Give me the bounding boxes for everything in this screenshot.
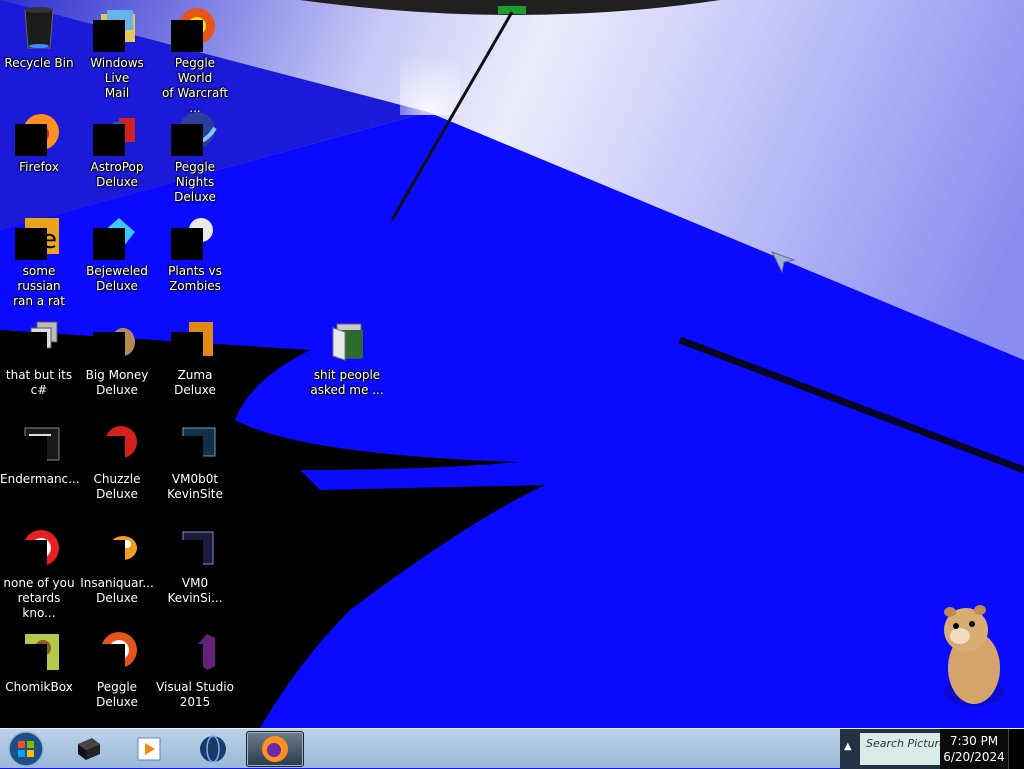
desktop-icon-vm0b0t-kevinsite[interactable]: VM0b0t KevinSite (156, 416, 234, 516)
plants-vs-zombies-icon (171, 212, 219, 260)
taskbar-pinned-media-player[interactable] (60, 731, 118, 767)
mail-icon (93, 4, 141, 52)
desktop-icon-none-of-you[interactable]: none of you retards kno... (0, 520, 78, 620)
desktop-icon-zuma[interactable]: Zuma Deluxe (156, 312, 234, 412)
desktop-icon-label: Firefox (19, 160, 59, 174)
peggle-icon (93, 628, 141, 676)
show-hidden-icons-icon[interactable]: ▲ (844, 741, 856, 755)
start-button[interactable] (4, 730, 48, 768)
desktop-icon-some-russian-ran-a-rat[interactable]: e some russian ran a rat (0, 208, 78, 308)
desktop-icon-label: none of you retards kno... (3, 576, 75, 620)
desktop-icon-endermanch[interactable]: Endermanc... (0, 416, 80, 516)
taskbar-firefox-active[interactable] (246, 731, 304, 767)
astropop-icon (93, 108, 141, 156)
folder-icon (323, 316, 371, 364)
desktop-icon-label: Insaniquar... Deluxe (80, 576, 154, 605)
desktop-icon-bejeweled[interactable]: Bejeweled Deluxe (78, 208, 156, 308)
zuma-icon (171, 316, 219, 364)
desktop-icon-label: Chuzzle Deluxe (93, 472, 141, 501)
desktop-icon-that-but-its-csharp[interactable]: that but its c# (0, 312, 78, 412)
desktop-icon-label: Plants vs Zombies (168, 264, 222, 293)
desktop-icon-label: VM0 KevinSi... (167, 576, 223, 605)
taskbar-pinned-globe[interactable] (184, 731, 242, 767)
desktop-icon-astropop[interactable]: AstroPop Deluxe (78, 104, 156, 204)
firefox-icon (262, 736, 288, 762)
app-icon: e (15, 212, 63, 260)
recycle-bin-icon (15, 4, 63, 52)
desktop-icon-visual-studio-2015[interactable]: Visual Studio 2015 (156, 624, 234, 724)
clock[interactable]: 7:30 PM 6/20/2024 (940, 729, 1008, 769)
search-pictures-box[interactable]: Search Pictures (860, 733, 940, 765)
desktop-icon-label: Zuma Deluxe (174, 368, 216, 397)
desktop-icon-big-money[interactable]: Big Money Deluxe (78, 312, 156, 412)
taskbar: ▲ Search Pictures 7:30 PM 6/20/2024 (0, 728, 1024, 769)
bejeweled-icon (93, 212, 141, 260)
desktop-icon-label: shit people asked me ... (310, 368, 384, 397)
desktop-icon-peggle-deluxe[interactable]: Peggle Deluxe (78, 624, 156, 724)
notification-area: ▲ Search Pictures (840, 729, 940, 769)
desktop-icon-peggle-world-of-warcraft[interactable]: Peggle World of Warcraft ... (156, 0, 234, 115)
taskbar-pinned-windows-media-center[interactable] (120, 731, 178, 767)
desktop-icon-label: Peggle Deluxe (96, 680, 138, 709)
terminal-icon (15, 420, 63, 468)
desktop-icon-label: Recycle Bin (4, 56, 74, 70)
chuzzle-icon (93, 420, 141, 468)
app-icon (15, 316, 63, 364)
globe-icon (200, 735, 226, 763)
clock-date: 6/20/2024 (943, 750, 1005, 764)
windows-media-center-icon (137, 737, 161, 761)
hamster-mascot-icon (944, 605, 1004, 706)
desktop-icon-folder[interactable]: shit people asked me ... (308, 312, 386, 412)
mouse-cursor-icon (770, 251, 796, 274)
desktop-icon-plants-vs-zombies[interactable]: Plants vs Zombies (156, 208, 234, 308)
start-orb-icon (8, 731, 44, 767)
show-desktop-button[interactable] (1008, 729, 1024, 769)
desktop-icon-label: Windows Live Mail (90, 56, 144, 100)
desktop-icon-label: some russian ran a rat (13, 264, 65, 308)
desktop-icon-recycle-bin[interactable]: Recycle Bin (0, 0, 78, 100)
desktop-icon-vm0-kevinsite[interactable]: VM0 KevinSi... (156, 520, 234, 620)
desktop-icon-label: Peggle Nights Deluxe (174, 160, 216, 204)
desktop-icon-label: Endermanc... (0, 472, 80, 486)
peggle-wow-icon (171, 4, 219, 52)
chomikbox-icon (15, 628, 63, 676)
media-player-icon (78, 738, 100, 760)
desktop-icon-chomikbox[interactable]: ChomikBox (0, 624, 78, 724)
desktop-icon-label: Bejeweled Deluxe (86, 264, 148, 293)
desktop-icon-firefox[interactable]: Firefox (0, 104, 78, 204)
desktop: Recycle Bin Windows Live Mail Peggle Wor… (0, 0, 1024, 728)
vm-icon (171, 524, 219, 572)
desktop-icon-label: that but its c# (5, 368, 73, 397)
desktop-icon-insaniquarium[interactable]: Insaniquar... Deluxe (78, 520, 156, 620)
firefox-icon (15, 108, 63, 156)
desktop-icon-label: ChomikBox (5, 680, 73, 694)
app-icon (15, 524, 63, 572)
peggle-nights-icon (171, 108, 219, 156)
desktop-icon-chuzzle[interactable]: Chuzzle Deluxe (78, 416, 156, 516)
desktop-icon-label: AstroPop Deluxe (90, 160, 144, 189)
insaniquarium-icon (93, 524, 141, 572)
visual-studio-icon (171, 628, 219, 676)
clock-time: 7:30 PM (949, 734, 999, 748)
vm-icon (171, 420, 219, 468)
desktop-icon-label: VM0b0t KevinSite (167, 472, 223, 501)
desktop-icon-label: Visual Studio 2015 (156, 680, 234, 709)
desktop-icon-windows-live-mail[interactable]: Windows Live Mail (78, 0, 156, 100)
big-money-icon (93, 316, 141, 364)
desktop-icon-peggle-nights[interactable]: Peggle Nights Deluxe (156, 104, 234, 204)
desktop-icon-label: Big Money Deluxe (85, 368, 149, 397)
